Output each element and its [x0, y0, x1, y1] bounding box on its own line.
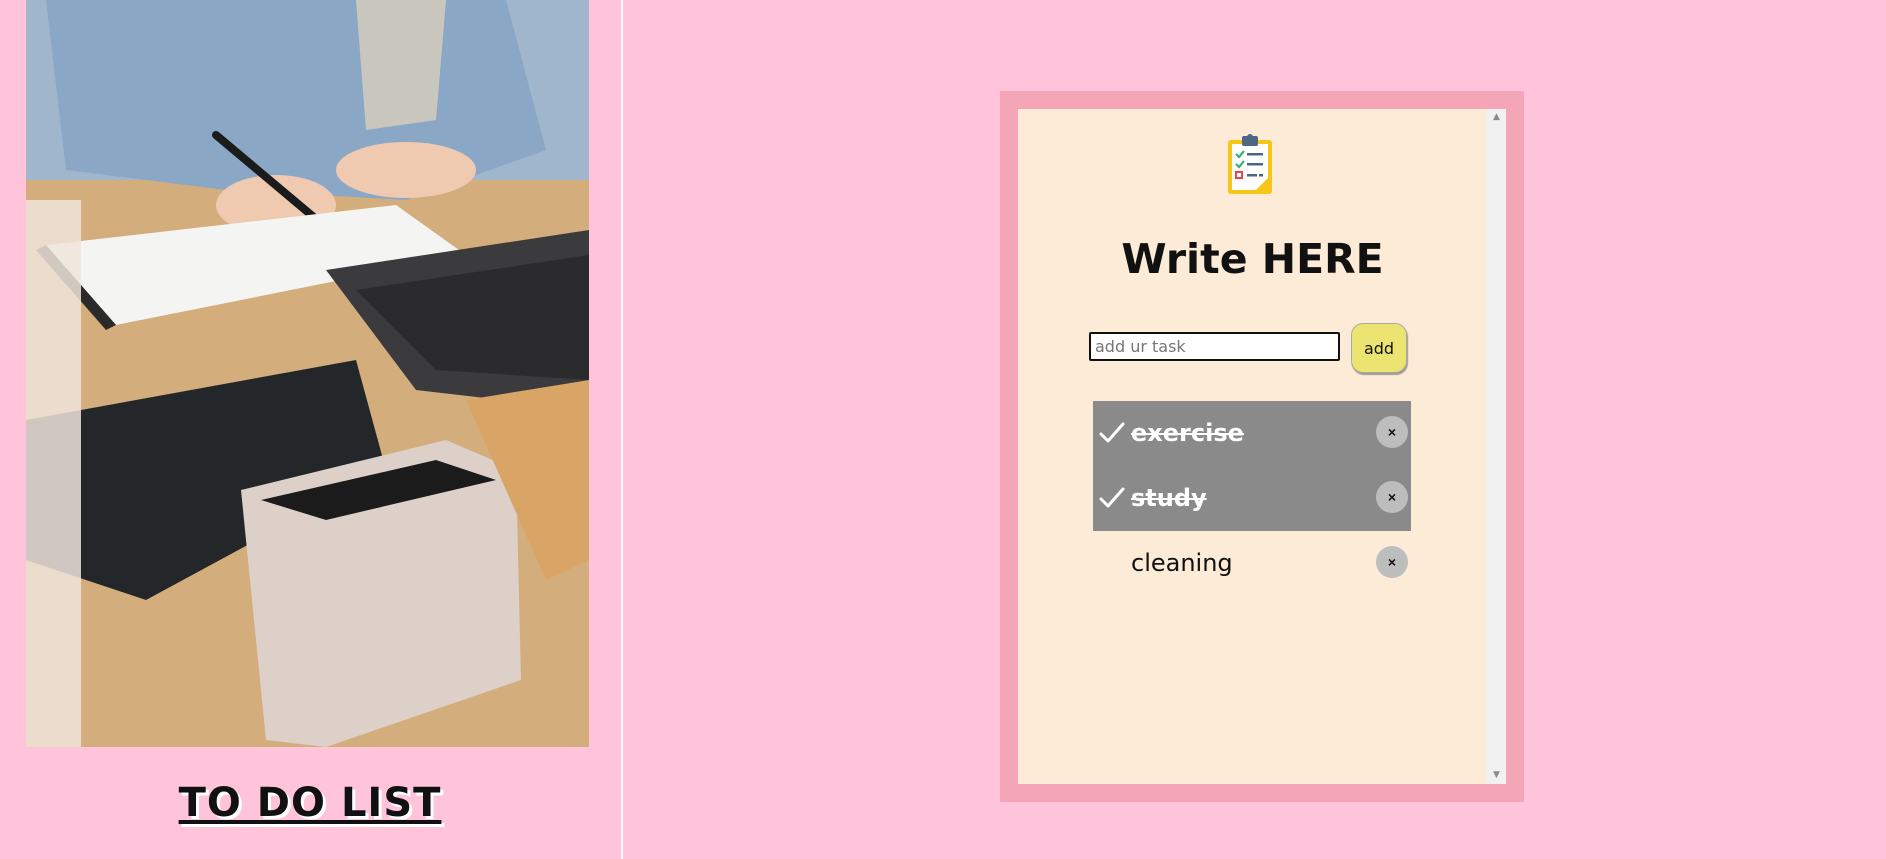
task-text: study	[1131, 484, 1207, 512]
remove-task-button[interactable]: ×	[1376, 481, 1408, 513]
remove-task-button[interactable]: ×	[1376, 416, 1408, 448]
scroll-down-arrow-icon[interactable]: ▼	[1487, 767, 1506, 784]
scroll-up-arrow-icon[interactable]: ▲	[1487, 109, 1506, 126]
task-item-study[interactable]: study ×	[1093, 466, 1411, 531]
clipboard-checklist-icon	[1228, 134, 1272, 194]
task-input[interactable]	[1089, 332, 1340, 361]
task-text: exercise	[1131, 419, 1244, 447]
remove-task-button[interactable]: ×	[1376, 546, 1408, 578]
scrollbar[interactable]: ▲ ▼	[1487, 109, 1506, 784]
task-item-exercise[interactable]: exercise ×	[1093, 401, 1411, 466]
todo-app: Write HERE add exercise × study × cleani…	[1018, 109, 1487, 784]
task-list: exercise × study × cleaning ×	[1093, 401, 1411, 596]
desk-photo-illustration	[26, 0, 589, 747]
check-icon	[1099, 422, 1125, 443]
task-item-cleaning[interactable]: cleaning ×	[1093, 531, 1411, 596]
app-title: Write HERE	[1121, 235, 1384, 283]
page-heading: TO DO LIST	[178, 780, 442, 826]
left-panel: TO DO LIST	[0, 0, 623, 859]
check-icon	[1099, 487, 1125, 508]
task-text: cleaning	[1131, 549, 1233, 577]
desk-photo	[26, 0, 589, 747]
add-button[interactable]: add	[1351, 323, 1407, 373]
